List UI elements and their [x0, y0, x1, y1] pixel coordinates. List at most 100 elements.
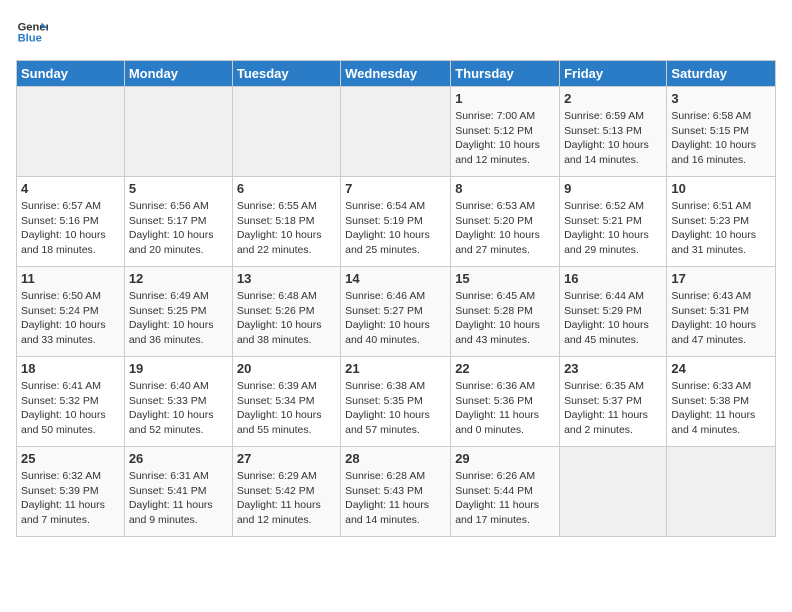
- day-number: 26: [129, 451, 228, 466]
- calendar-cell: [124, 87, 232, 177]
- day-info: Sunrise: 6:57 AM Sunset: 5:16 PM Dayligh…: [21, 199, 120, 258]
- calendar-week-5: 25 Sunrise: 6:32 AM Sunset: 5:39 PM Dayli…: [17, 447, 776, 537]
- calendar-cell: 13Sunrise: 6:48 AM Sunset: 5:26 PM Dayli…: [232, 267, 340, 357]
- day-info: Sunrise: 6:58 AM Sunset: 5:15 PM Dayligh…: [671, 109, 771, 168]
- day-number: 28: [345, 451, 446, 466]
- day-info: Sunrise: 6:54 AM Sunset: 5:19 PM Dayligh…: [345, 199, 446, 258]
- calendar-cell: 25 Sunrise: 6:32 AM Sunset: 5:39 PM Dayli…: [17, 447, 125, 537]
- calendar-cell: [341, 87, 451, 177]
- day-number: 21: [345, 361, 446, 376]
- day-header-wednesday: Wednesday: [341, 61, 451, 87]
- logo: General Blue: [16, 16, 52, 48]
- day-info: Sunrise: 6:35 AM Sunset: 5:37 PM Dayligh…: [564, 379, 662, 438]
- day-number: 18: [21, 361, 120, 376]
- calendar-cell: 20 Sunrise: 6:39 AM Sunset: 5:34 PM Dayli…: [232, 357, 340, 447]
- calendar-cell: 5 Sunrise: 6:56 AM Sunset: 5:17 PM Daylig…: [124, 177, 232, 267]
- day-number: 2: [564, 91, 662, 106]
- calendar-cell: 9 Sunrise: 6:52 AM Sunset: 5:21 PM Daylig…: [560, 177, 667, 267]
- logo-icon: General Blue: [16, 16, 48, 48]
- calendar-cell: 6 Sunrise: 6:55 AM Sunset: 5:18 PM Daylig…: [232, 177, 340, 267]
- day-info: Sunrise: 6:48 AM Sunset: 5:26 PM Dayligh…: [237, 289, 336, 348]
- calendar-cell: [17, 87, 125, 177]
- day-number: 7: [345, 181, 446, 196]
- day-info: Sunrise: 6:53 AM Sunset: 5:20 PM Dayligh…: [455, 199, 555, 258]
- day-header-saturday: Saturday: [667, 61, 776, 87]
- day-number: 1: [455, 91, 555, 106]
- day-number: 11: [21, 271, 120, 286]
- calendar-cell: 16Sunrise: 6:44 AM Sunset: 5:29 PM Dayli…: [560, 267, 667, 357]
- calendar-cell: 12 Sunrise: 6:49 AM Sunset: 5:25 PM Dayli…: [124, 267, 232, 357]
- day-info: Sunrise: 6:40 AM Sunset: 5:33 PM Dayligh…: [129, 379, 228, 438]
- calendar-week-1: 1 Sunrise: 7:00 AM Sunset: 5:12 PM Daylig…: [17, 87, 776, 177]
- day-info: Sunrise: 6:38 AM Sunset: 5:35 PM Dayligh…: [345, 379, 446, 438]
- day-info: Sunrise: 6:52 AM Sunset: 5:21 PM Dayligh…: [564, 199, 662, 258]
- calendar-week-3: 11 Sunrise: 6:50 AM Sunset: 5:24 PM Dayli…: [17, 267, 776, 357]
- calendar-cell: 11 Sunrise: 6:50 AM Sunset: 5:24 PM Dayli…: [17, 267, 125, 357]
- calendar-week-4: 18 Sunrise: 6:41 AM Sunset: 5:32 PM Dayli…: [17, 357, 776, 447]
- day-number: 24: [671, 361, 771, 376]
- day-number: 25: [21, 451, 120, 466]
- day-header-thursday: Thursday: [451, 61, 560, 87]
- day-info: Sunrise: 6:43 AM Sunset: 5:31 PM Dayligh…: [671, 289, 771, 348]
- calendar-cell: 22Sunrise: 6:36 AM Sunset: 5:36 PM Dayli…: [451, 357, 560, 447]
- day-number: 5: [129, 181, 228, 196]
- day-info: Sunrise: 6:28 AM Sunset: 5:43 PM Dayligh…: [345, 469, 446, 528]
- day-info: Sunrise: 6:29 AM Sunset: 5:42 PM Dayligh…: [237, 469, 336, 528]
- day-number: 9: [564, 181, 662, 196]
- calendar-table: SundayMondayTuesdayWednesdayThursdayFrid…: [16, 60, 776, 537]
- calendar-cell: [560, 447, 667, 537]
- calendar-cell: 1 Sunrise: 7:00 AM Sunset: 5:12 PM Daylig…: [451, 87, 560, 177]
- calendar-cell: 14Sunrise: 6:46 AM Sunset: 5:27 PM Dayli…: [341, 267, 451, 357]
- day-number: 12: [129, 271, 228, 286]
- calendar-cell: 26 Sunrise: 6:31 AM Sunset: 5:41 PM Dayli…: [124, 447, 232, 537]
- day-info: Sunrise: 6:45 AM Sunset: 5:28 PM Dayligh…: [455, 289, 555, 348]
- calendar-cell: 28 Sunrise: 6:28 AM Sunset: 5:43 PM Dayli…: [341, 447, 451, 537]
- day-info: Sunrise: 6:31 AM Sunset: 5:41 PM Dayligh…: [129, 469, 228, 528]
- day-info: Sunrise: 6:33 AM Sunset: 5:38 PM Dayligh…: [671, 379, 771, 438]
- day-number: 15: [455, 271, 555, 286]
- day-number: 10: [671, 181, 771, 196]
- day-info: Sunrise: 7:00 AM Sunset: 5:12 PM Dayligh…: [455, 109, 555, 168]
- calendar-cell: 21 Sunrise: 6:38 AM Sunset: 5:35 PM Dayli…: [341, 357, 451, 447]
- calendar-cell: 23 Sunrise: 6:35 AM Sunset: 5:37 PM Dayli…: [560, 357, 667, 447]
- day-info: Sunrise: 6:56 AM Sunset: 5:17 PM Dayligh…: [129, 199, 228, 258]
- calendar-cell: 10 Sunrise: 6:51 AM Sunset: 5:23 PM Dayli…: [667, 177, 776, 267]
- calendar-cell: 24 Sunrise: 6:33 AM Sunset: 5:38 PM Dayli…: [667, 357, 776, 447]
- calendar-cell: 18 Sunrise: 6:41 AM Sunset: 5:32 PM Dayli…: [17, 357, 125, 447]
- day-number: 29: [455, 451, 555, 466]
- day-info: Sunrise: 6:39 AM Sunset: 5:34 PM Dayligh…: [237, 379, 336, 438]
- day-number: 17: [671, 271, 771, 286]
- calendar-cell: 3 Sunrise: 6:58 AM Sunset: 5:15 PM Daylig…: [667, 87, 776, 177]
- day-info: Sunrise: 6:26 AM Sunset: 5:44 PM Dayligh…: [455, 469, 555, 528]
- day-header-monday: Monday: [124, 61, 232, 87]
- day-info: Sunrise: 6:32 AM Sunset: 5:39 PM Dayligh…: [21, 469, 120, 528]
- day-info: Sunrise: 6:51 AM Sunset: 5:23 PM Dayligh…: [671, 199, 771, 258]
- calendar-cell: [667, 447, 776, 537]
- calendar-cell: 2 Sunrise: 6:59 AM Sunset: 5:13 PM Daylig…: [560, 87, 667, 177]
- day-number: 20: [237, 361, 336, 376]
- day-number: 23: [564, 361, 662, 376]
- day-info: Sunrise: 6:41 AM Sunset: 5:32 PM Dayligh…: [21, 379, 120, 438]
- day-number: 6: [237, 181, 336, 196]
- page-header: General Blue: [16, 16, 776, 48]
- calendar-cell: [232, 87, 340, 177]
- day-number: 14: [345, 271, 446, 286]
- day-number: 16: [564, 271, 662, 286]
- calendar-cell: 29 Sunrise: 6:26 AM Sunset: 5:44 PM Dayli…: [451, 447, 560, 537]
- day-number: 22: [455, 361, 555, 376]
- day-header-tuesday: Tuesday: [232, 61, 340, 87]
- day-number: 3: [671, 91, 771, 106]
- calendar-cell: 27Sunrise: 6:29 AM Sunset: 5:42 PM Dayli…: [232, 447, 340, 537]
- day-info: Sunrise: 6:49 AM Sunset: 5:25 PM Dayligh…: [129, 289, 228, 348]
- day-info: Sunrise: 6:50 AM Sunset: 5:24 PM Dayligh…: [21, 289, 120, 348]
- day-info: Sunrise: 6:59 AM Sunset: 5:13 PM Dayligh…: [564, 109, 662, 168]
- day-number: 19: [129, 361, 228, 376]
- calendar-cell: 7 Sunrise: 6:54 AM Sunset: 5:19 PM Daylig…: [341, 177, 451, 267]
- svg-text:Blue: Blue: [18, 33, 42, 45]
- calendar-cell: 15 Sunrise: 6:45 AM Sunset: 5:28 PM Dayli…: [451, 267, 560, 357]
- calendar-cell: 19 Sunrise: 6:40 AM Sunset: 5:33 PM Dayli…: [124, 357, 232, 447]
- calendar-cell: 8Sunrise: 6:53 AM Sunset: 5:20 PM Daylig…: [451, 177, 560, 267]
- calendar-cell: 4Sunrise: 6:57 AM Sunset: 5:16 PM Daylig…: [17, 177, 125, 267]
- day-info: Sunrise: 6:55 AM Sunset: 5:18 PM Dayligh…: [237, 199, 336, 258]
- calendar-cell: 17 Sunrise: 6:43 AM Sunset: 5:31 PM Dayli…: [667, 267, 776, 357]
